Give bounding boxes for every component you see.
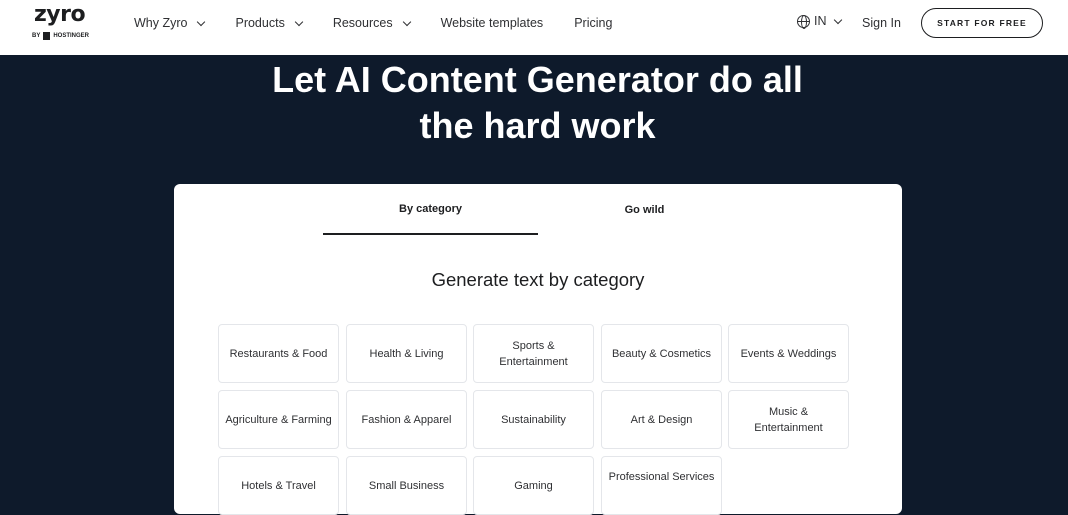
zyro-logo[interactable]: zyro BY HOSTINGER [32,2,94,44]
nav-why-zyro[interactable]: Why Zyro [134,16,206,30]
nav-products[interactable]: Products [235,16,304,30]
top-navbar: zyro BY HOSTINGER Why Zyro Products Reso… [0,0,1068,55]
category-sustainability[interactable]: Sustainability [473,390,594,449]
language-selector[interactable]: IN [797,14,842,29]
sign-in-link[interactable]: Sign In [862,16,901,30]
section-title: Generate text by category [431,269,645,290]
chevron-down-icon [197,17,206,26]
nav-website-templates[interactable]: Website templates [441,16,544,30]
category-restaurants-food[interactable]: Restaurants & Food [218,324,339,383]
logo-wordmark: zyro [34,2,86,27]
logo-byline: BY HOSTINGER [32,32,89,40]
logo-by-text: BY [32,33,41,39]
category-hotels-travel[interactable]: Hotels & Travel [218,456,339,515]
nav-pricing[interactable]: Pricing [574,16,612,30]
main-nav: Why Zyro Products Resources Website temp… [134,0,643,46]
hero-title: Let AI Content Generator do all the hard… [0,57,1068,149]
category-music-entertainment[interactable]: Music & Entertainment [728,390,849,449]
nav-item-label: Products [235,16,285,30]
generator-card: By category Go wild Generate text by cat… [174,184,902,515]
category-beauty-cosmetics[interactable]: Beauty & Cosmetics [601,324,722,383]
category-events-weddings[interactable]: Events & Weddings [728,324,849,383]
hero-title-line-1: Let AI Content Generator do all [272,59,803,100]
logo-brand-text: HOSTINGER [53,33,90,39]
category-art-design[interactable]: Art & Design [601,390,722,449]
start-for-free-button[interactable]: START FOR FREE [921,8,1043,38]
category-small-business[interactable]: Small Business [346,456,467,515]
nav-item-label: Why Zyro [134,16,188,30]
category-agriculture-farming[interactable]: Agriculture & Farming [218,390,339,449]
globe-icon [797,14,810,29]
language-code: IN [814,14,827,28]
category-professional-services[interactable]: Professional Services [601,456,722,515]
category-health-living[interactable]: Health & Living [346,324,467,383]
category-sports-entertainment[interactable]: Sports & Entertainment [473,324,594,383]
chevron-down-icon [402,17,411,26]
hero-title-line-2: the hard work [419,105,656,146]
category-fashion-apparel[interactable]: Fashion & Apparel [346,390,467,449]
tab-by-category[interactable]: By category [323,184,538,235]
hostinger-icon [43,32,51,40]
tab-go-wild[interactable]: Go wild [537,184,752,235]
nav-resources[interactable]: Resources [332,16,411,30]
nav-item-label: Resources [332,16,393,30]
chevron-down-icon [294,17,304,26]
nav-item-label: Pricing [574,16,613,30]
category-gaming[interactable]: Gaming [473,456,594,515]
nav-item-label: Website templates [440,16,544,30]
chevron-down-icon [833,15,842,24]
